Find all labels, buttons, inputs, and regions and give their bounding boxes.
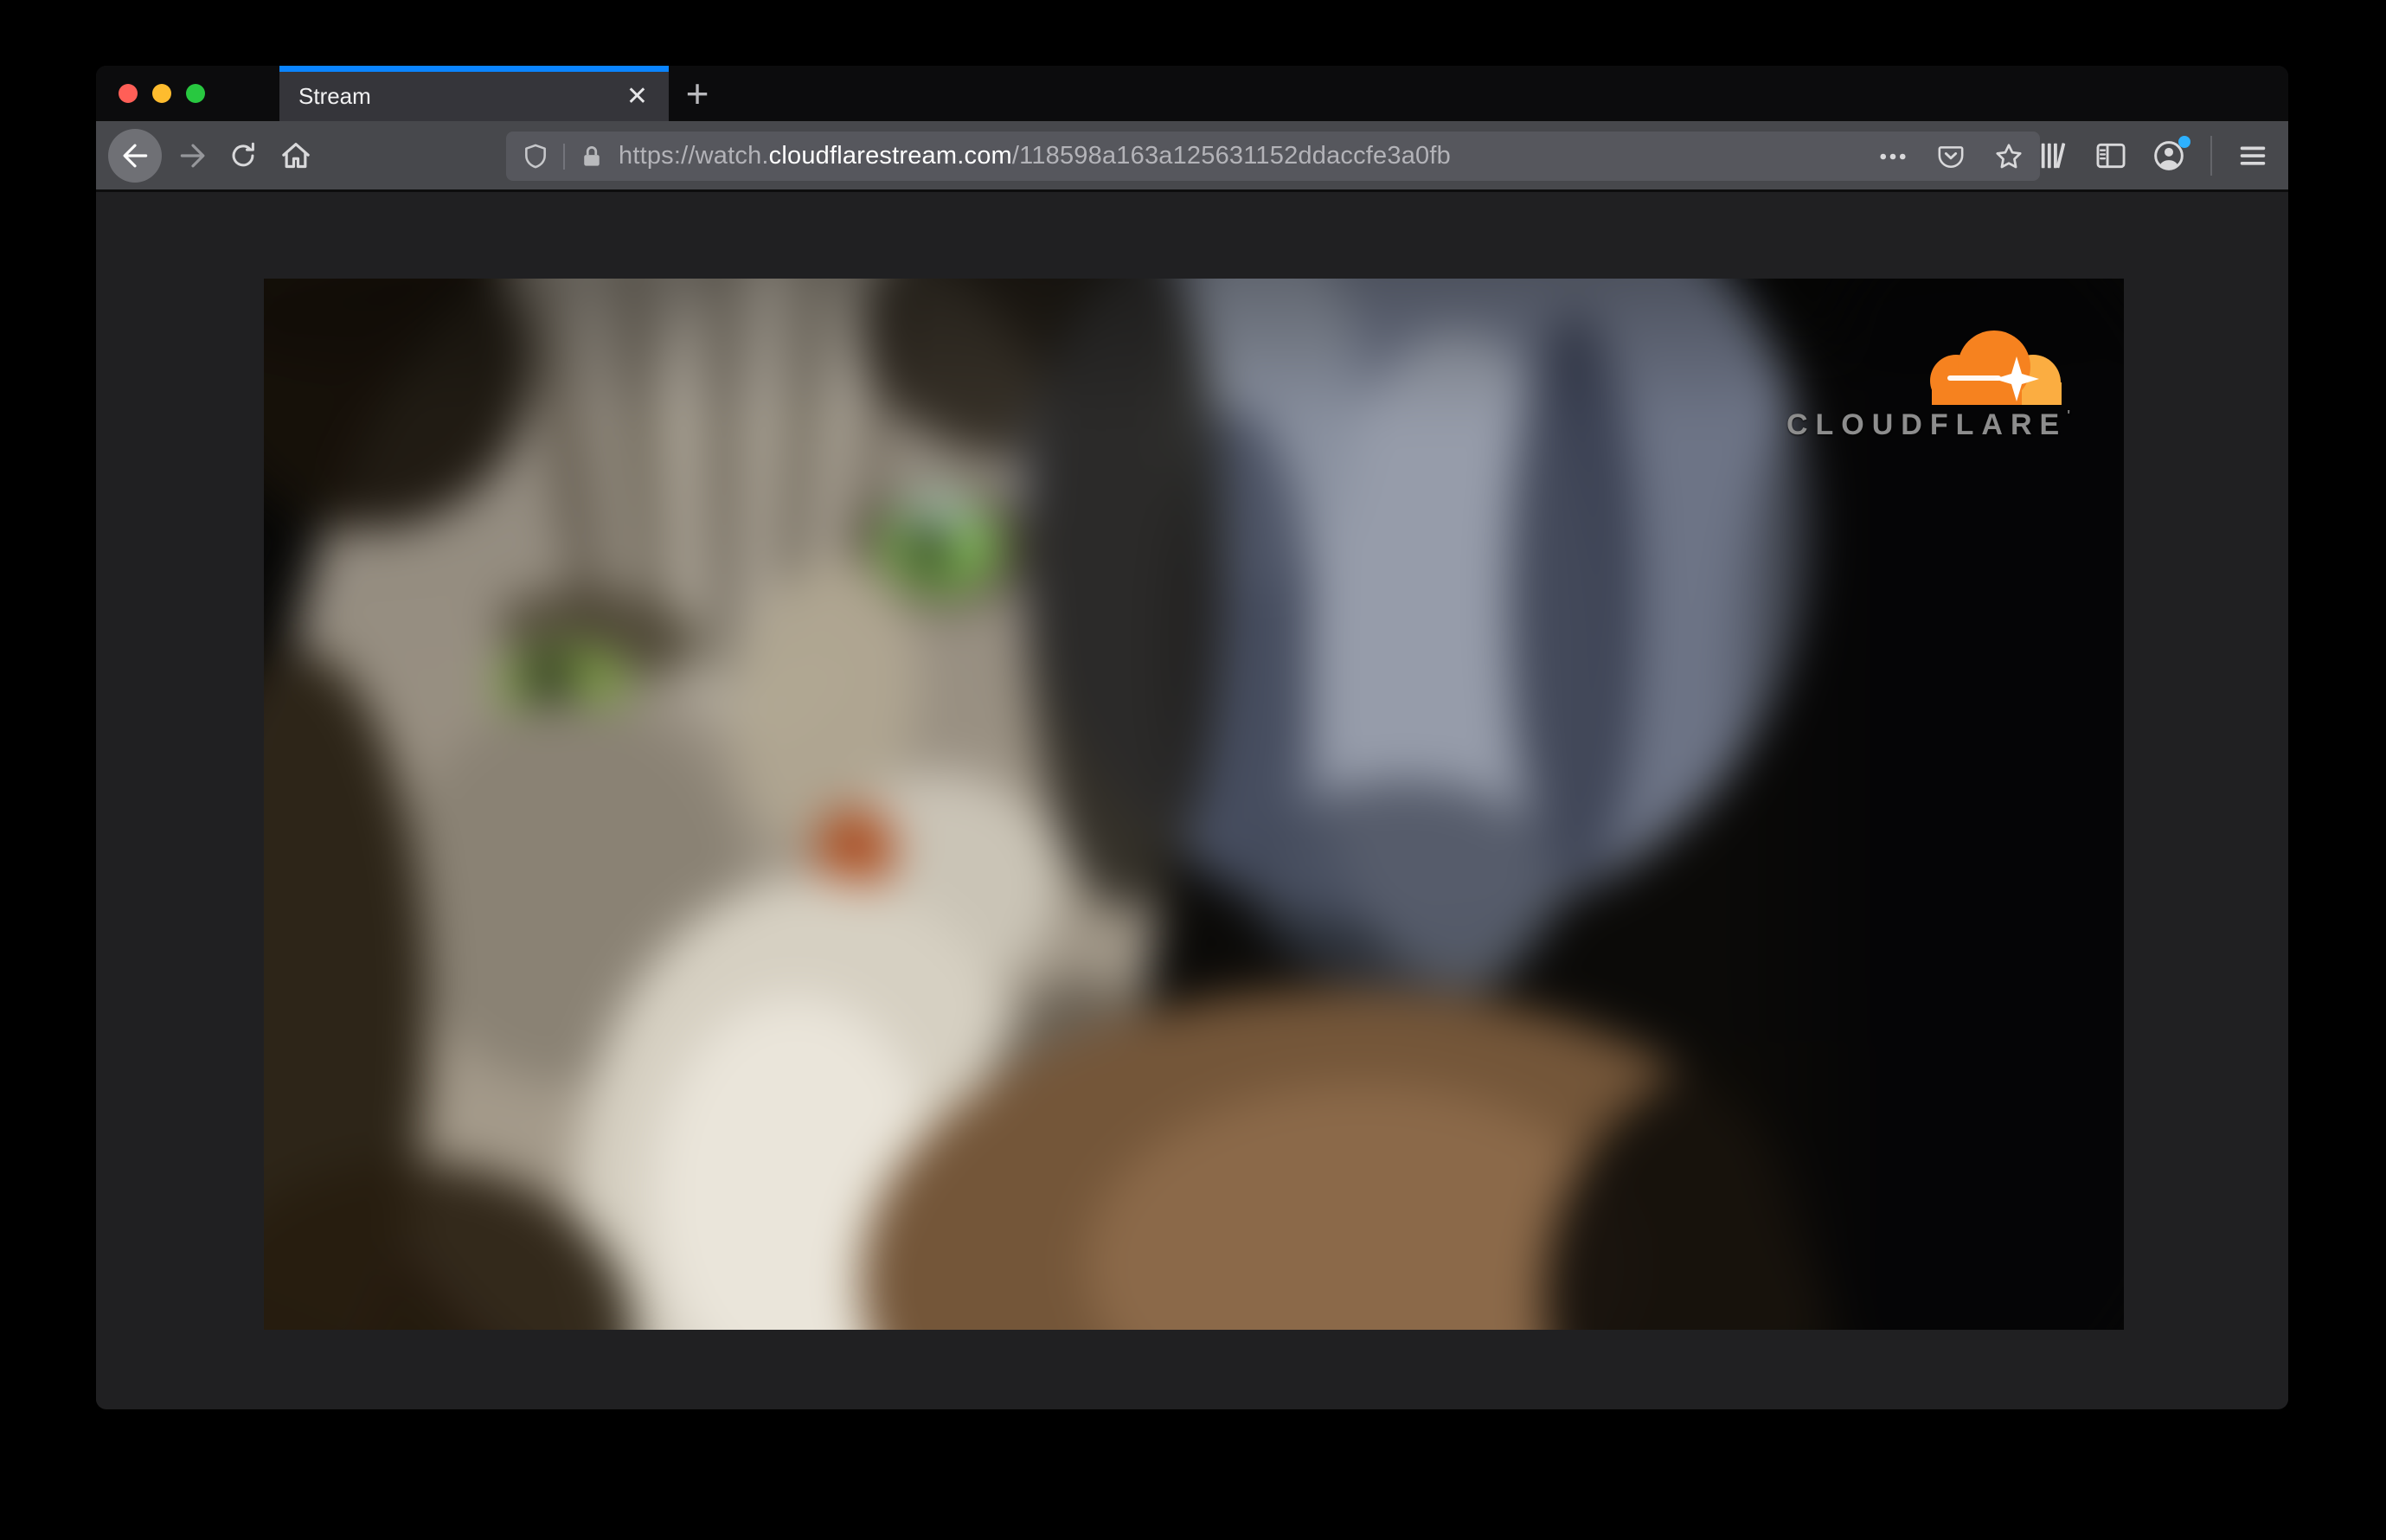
cloudflare-cloud-icon [1930, 330, 2062, 405]
tab-close-icon[interactable]: ✕ [623, 82, 651, 112]
connection-lock-icon[interactable] [579, 144, 605, 170]
window-minimize-button[interactable] [152, 84, 171, 103]
page-content: CLOUDFLARE' [96, 192, 2288, 1407]
urlbar-divider [563, 143, 565, 170]
tracking-protection-icon[interactable] [522, 143, 549, 170]
window-close-button[interactable] [119, 84, 138, 103]
pocket-icon [1938, 145, 1964, 168]
back-button[interactable] [108, 128, 162, 183]
account-button[interactable] [2152, 135, 2190, 173]
bookmark-star-button[interactable] [1993, 141, 2024, 172]
window-zoom-button[interactable] [186, 84, 205, 103]
page-actions-button[interactable] [1877, 141, 1908, 172]
url-scheme: https://watch. [619, 142, 769, 170]
url-path: /118598a163a125631152ddaccfe3a0fb [1011, 142, 1451, 170]
ellipsis-icon [1880, 153, 1906, 159]
reload-button[interactable] [217, 140, 269, 171]
cloudflare-logo-text: CLOUDFLARE' [1786, 408, 2070, 441]
forward-icon [180, 144, 205, 167]
toolbar-divider [2210, 135, 2212, 176]
nav-buttons [108, 121, 323, 189]
sidebar-icon [2096, 143, 2126, 168]
pocket-button[interactable] [1936, 142, 1966, 171]
traffic-lights [119, 84, 205, 103]
hamburger-icon [2240, 146, 2266, 165]
cloudflare-logo: CLOUDFLARE' [1786, 322, 2070, 442]
url-domain: cloudflarestream.com [768, 142, 1012, 170]
new-tab-button[interactable]: + [672, 66, 722, 121]
address-bar[interactable]: https://watch.cloudflarestream.com/11859… [506, 132, 2040, 181]
browser-window: Stream ✕ + https://watch.cloudflarestrea… [96, 66, 2288, 1409]
urlbar-actions [1877, 141, 2024, 172]
library-icon [2041, 142, 2066, 168]
home-button[interactable] [269, 138, 323, 173]
star-icon [1996, 143, 2022, 168]
home-icon [282, 142, 310, 168]
library-button[interactable] [2037, 139, 2070, 172]
video-player[interactable]: CLOUDFLARE' [264, 279, 2124, 1330]
menu-button[interactable] [2236, 139, 2269, 172]
tab-title: Stream [298, 83, 371, 109]
toolbar-right [2037, 121, 2269, 189]
toolbar: https://watch.cloudflarestream.com/11859… [96, 121, 2288, 192]
tab-stream[interactable]: Stream ✕ [279, 66, 669, 121]
reload-icon [232, 142, 254, 166]
account-notification-dot [2178, 135, 2190, 148]
titlebar[interactable]: Stream ✕ + [96, 66, 2288, 121]
forward-button[interactable] [169, 139, 217, 172]
url-text: https://watch.cloudflarestream.com/11859… [619, 142, 1451, 170]
back-icon [123, 144, 148, 167]
sidebar-button[interactable] [2094, 139, 2127, 172]
